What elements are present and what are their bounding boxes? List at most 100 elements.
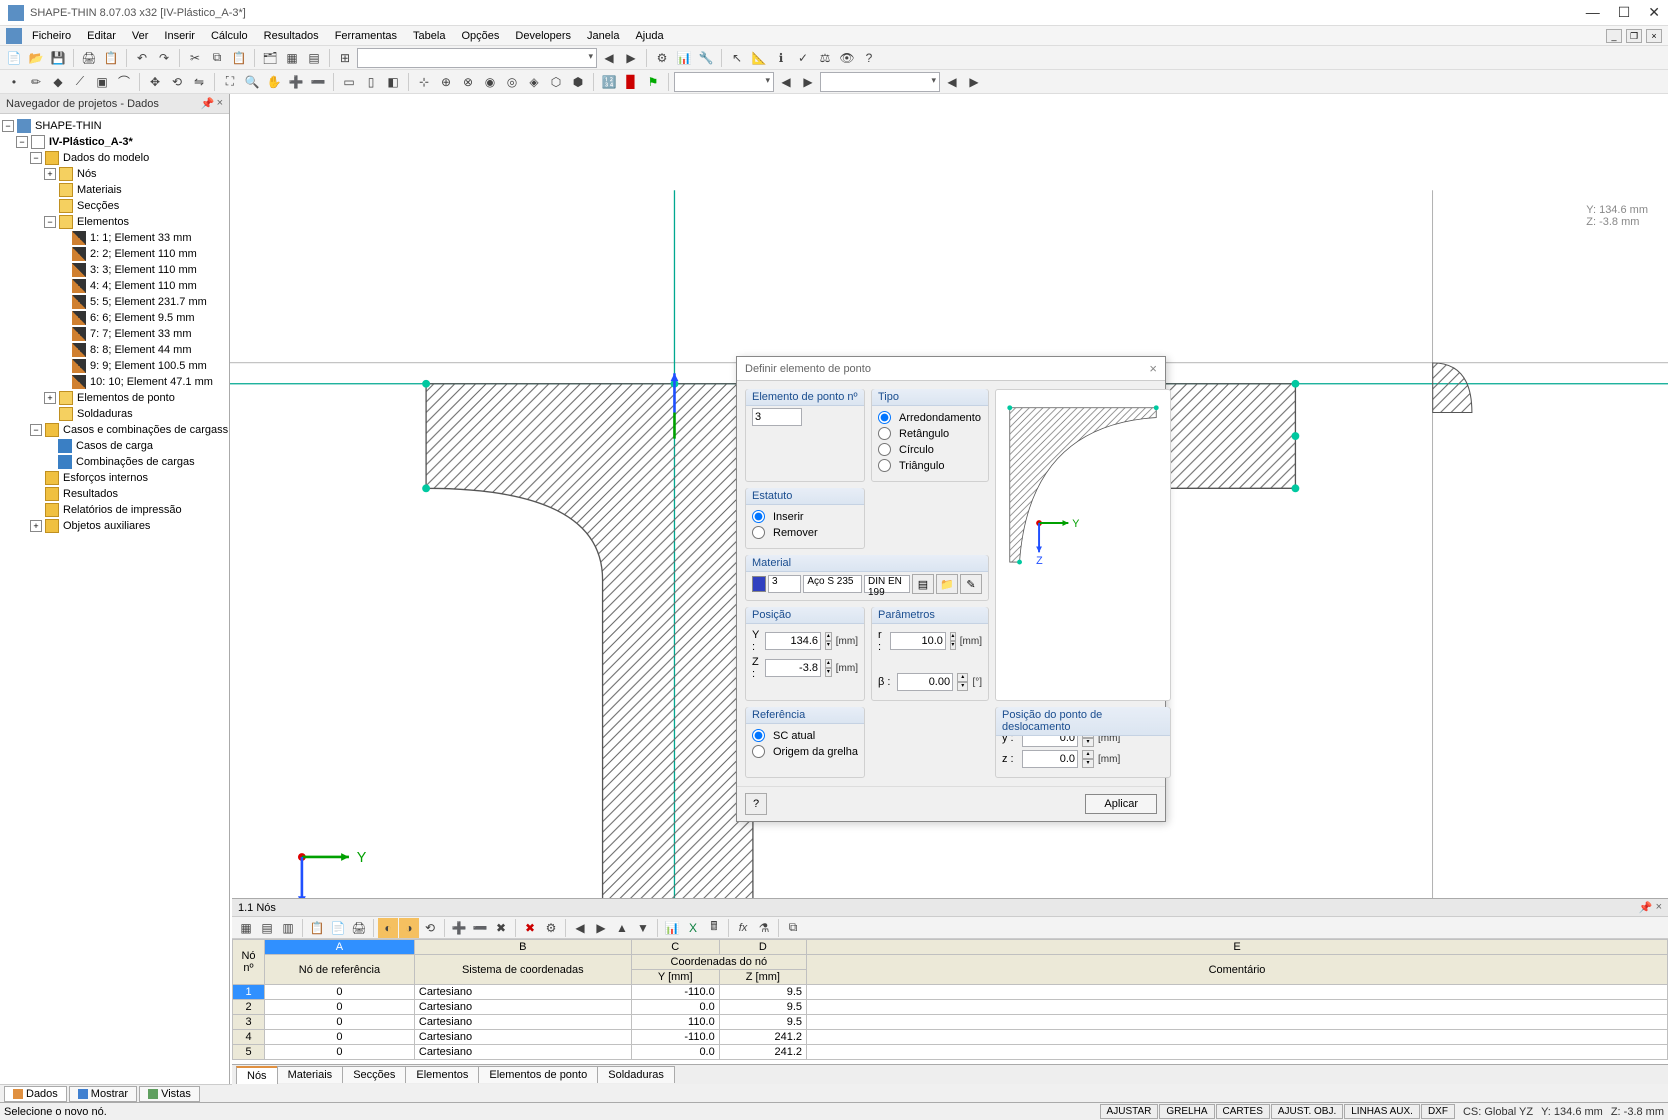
- menu-opcoes[interactable]: Opções: [455, 28, 505, 44]
- param-beta-input[interactable]: [897, 673, 953, 691]
- mirror-button[interactable]: ⇋: [189, 72, 209, 92]
- type-circle-radio[interactable]: [878, 443, 891, 456]
- ref-sc-radio[interactable]: [752, 729, 765, 742]
- colors-button[interactable]: ▉: [621, 72, 641, 92]
- tab-soldaduras[interactable]: Soldaduras: [597, 1066, 675, 1083]
- minimize-button[interactable]: —: [1586, 4, 1600, 21]
- tbl-btn-3[interactable]: ▥: [278, 918, 298, 938]
- navigator-button[interactable]: 🗂: [260, 48, 280, 68]
- col-a[interactable]: A: [265, 940, 415, 955]
- dialog-help-button[interactable]: ?: [745, 793, 767, 815]
- tbl-export-button[interactable]: 📊: [662, 918, 682, 938]
- snap-6-button[interactable]: ◈: [524, 72, 544, 92]
- btab-mostrar[interactable]: Mostrar: [69, 1086, 137, 1102]
- toggle-ajustar[interactable]: AJUSTAR: [1100, 1104, 1159, 1119]
- tbl-btn-11[interactable]: ⚙: [541, 918, 561, 938]
- tree-elem-1[interactable]: 1: 1; Element 33 mm: [2, 230, 227, 246]
- zoom-in-button[interactable]: ➕: [286, 72, 306, 92]
- table-pin-icon[interactable]: 📌: [1639, 901, 1653, 914]
- tbl-btn-10[interactable]: ✖: [491, 918, 511, 938]
- tree-elem-9[interactable]: 9: 9; Element 100.5 mm: [2, 358, 227, 374]
- tbl-btn-5[interactable]: 📄: [328, 918, 348, 938]
- snap-8-button[interactable]: ⬢: [568, 72, 588, 92]
- tree-load-cases[interactable]: −Casos e combinações de cargass: [2, 422, 227, 438]
- display-button[interactable]: 👁: [837, 48, 857, 68]
- tbl-excel-button[interactable]: X: [683, 918, 703, 938]
- menu-tabela[interactable]: Tabela: [407, 28, 451, 44]
- col-z-header[interactable]: Z [mm]: [719, 970, 806, 985]
- point-elem-button[interactable]: ◆: [48, 72, 68, 92]
- close-button[interactable]: ✕: [1648, 4, 1660, 21]
- toggle-grelha[interactable]: GRELHA: [1159, 1104, 1214, 1119]
- tree-elem-4[interactable]: 4: 4; Element 110 mm: [2, 278, 227, 294]
- pos-z-up[interactable]: ▴: [825, 659, 832, 668]
- type-rounding-radio[interactable]: [878, 411, 891, 424]
- results-combo-1[interactable]: [674, 72, 774, 92]
- menu-calculo[interactable]: Cálculo: [205, 28, 254, 44]
- element-button[interactable]: ✏: [26, 72, 46, 92]
- col-coord-header[interactable]: Coordenadas do nó: [631, 955, 806, 970]
- zoom-out-button[interactable]: ➖: [308, 72, 328, 92]
- param-r-input[interactable]: [890, 632, 946, 650]
- col-comment-header[interactable]: Comentário: [807, 955, 1668, 985]
- move-button[interactable]: ✥: [145, 72, 165, 92]
- tab-seccoes[interactable]: Secções: [342, 1066, 406, 1083]
- menu-resultados[interactable]: Resultados: [258, 28, 325, 44]
- dialog-close-button[interactable]: ×: [1149, 361, 1157, 376]
- tree-elem-5[interactable]: 5: 5; Element 231.7 mm: [2, 294, 227, 310]
- cut-button[interactable]: ✂: [185, 48, 205, 68]
- tbl-highlight-2[interactable]: ◑: [399, 918, 419, 938]
- menu-ficheiro[interactable]: Ficheiro: [26, 28, 77, 44]
- col-b[interactable]: B: [414, 940, 631, 955]
- pos-y-input[interactable]: [765, 632, 821, 650]
- apply-button[interactable]: Aplicar: [1085, 794, 1157, 814]
- tbl-btn-6[interactable]: 🖨: [349, 918, 369, 938]
- tab-elementos[interactable]: Elementos: [405, 1066, 479, 1083]
- calc-button[interactable]: ⚙: [652, 48, 672, 68]
- tree-aux-objects[interactable]: +Objetos auxiliares: [2, 518, 227, 534]
- measure-button[interactable]: 📐: [749, 48, 769, 68]
- ref-grid-radio[interactable]: [752, 745, 765, 758]
- tree-project[interactable]: −IV-Plástico_A-3*: [2, 134, 227, 150]
- mdi-minimize[interactable]: _: [1606, 29, 1622, 43]
- snap-3-button[interactable]: ⊗: [458, 72, 478, 92]
- tbl-btn-1[interactable]: ▦: [236, 918, 256, 938]
- tbl-btn-2[interactable]: ▤: [257, 918, 277, 938]
- menu-developers[interactable]: Developers: [509, 28, 577, 44]
- snap-2-button[interactable]: ⊕: [436, 72, 456, 92]
- results-combo-2[interactable]: [820, 72, 940, 92]
- tree-elem-10[interactable]: 10: 10; Element 47.1 mm: [2, 374, 227, 390]
- menu-inserir[interactable]: Inserir: [158, 28, 201, 44]
- menu-editar[interactable]: Editar: [81, 28, 122, 44]
- tbl-btn-8[interactable]: ➕: [449, 918, 469, 938]
- project-tree[interactable]: −SHAPE-THIN −IV-Plástico_A-3* −Dados do …: [0, 114, 229, 1084]
- undo-button[interactable]: ↶: [132, 48, 152, 68]
- next-lc-button[interactable]: ▶: [621, 48, 641, 68]
- tree-elem-3[interactable]: 3: 3; Element 110 mm: [2, 262, 227, 278]
- grid-button[interactable]: ⊞: [335, 48, 355, 68]
- b-down[interactable]: ▾: [957, 682, 968, 691]
- r-up[interactable]: ▴: [950, 632, 956, 641]
- pos-y-down[interactable]: ▾: [825, 641, 832, 650]
- tbl-arr-1[interactable]: ◀: [570, 918, 590, 938]
- tree-combos[interactable]: Combinações de cargas: [2, 454, 227, 470]
- units-button[interactable]: ⚖: [815, 48, 835, 68]
- zoom-all-button[interactable]: ⛶: [220, 72, 240, 92]
- oy-down[interactable]: ▾: [1082, 738, 1094, 747]
- status-remove-radio[interactable]: [752, 526, 765, 539]
- tbl-delete-button[interactable]: ✖: [520, 918, 540, 938]
- btab-dados[interactable]: Dados: [4, 1086, 67, 1102]
- snap-7-button[interactable]: ⬡: [546, 72, 566, 92]
- col-d[interactable]: D: [719, 940, 806, 955]
- prev-2-button[interactable]: ◀: [942, 72, 962, 92]
- green-flag-button[interactable]: ⚑: [643, 72, 663, 92]
- col-e[interactable]: E: [807, 940, 1668, 955]
- tab-nos[interactable]: Nós: [236, 1066, 278, 1084]
- zoom-window-button[interactable]: 🔍: [242, 72, 262, 92]
- col-sys-header[interactable]: Sistema de coordenadas: [414, 955, 631, 985]
- next-2-button[interactable]: ▶: [964, 72, 984, 92]
- copy-button[interactable]: ⧉: [207, 48, 227, 68]
- tree-cases[interactable]: Casos de carga: [2, 438, 227, 454]
- material-number[interactable]: 3: [768, 575, 801, 593]
- tab-materiais[interactable]: Materiais: [277, 1066, 344, 1083]
